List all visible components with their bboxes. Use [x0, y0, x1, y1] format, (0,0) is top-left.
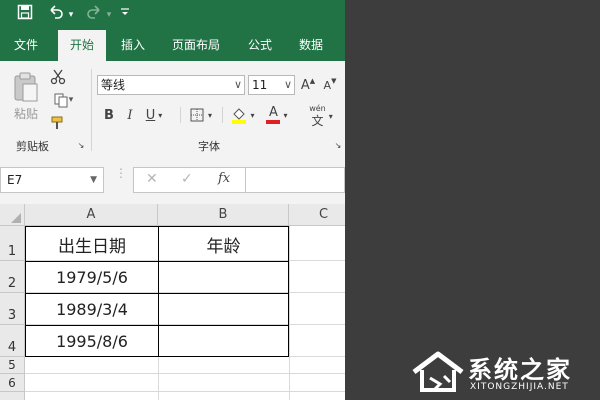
fill-color-icon: [232, 108, 247, 124]
format-painter-icon[interactable]: [48, 113, 68, 133]
font-color-icon: A: [269, 105, 278, 120]
cell-b2[interactable]: [159, 262, 288, 293]
underline-button[interactable]: U ▾: [142, 105, 166, 125]
ribbon-tabs: 文件 开始 插入 页面布局 公式 数据: [0, 30, 345, 61]
ribbon-separator: [180, 107, 181, 123]
formula-input[interactable]: [246, 167, 345, 193]
row-header-1[interactable]: 1: [0, 226, 25, 261]
desktop-background: [345, 0, 600, 400]
row-header-5[interactable]: 5: [0, 357, 25, 374]
font-color-button[interactable]: A ▾: [262, 103, 292, 127]
column-header-b[interactable]: B: [158, 204, 289, 226]
enter-icon[interactable]: ✓: [181, 171, 193, 187]
cell-a2[interactable]: 1979/5/6: [26, 262, 158, 293]
gridline: [25, 373, 345, 374]
font-group-label: 字体: [198, 140, 220, 153]
column-header-c[interactable]: C: [289, 204, 345, 226]
select-all-icon: [11, 212, 21, 223]
formula-bar: E7 ▼ ⋮ ✕ ✓ fx: [0, 158, 345, 204]
paste-button[interactable]: 粘贴: [8, 67, 44, 125]
font-launcher-icon[interactable]: ↘: [333, 140, 343, 150]
font-size-combo[interactable]: 11 ∨: [248, 75, 295, 95]
cell-a3[interactable]: 1989/3/4: [26, 294, 158, 325]
underline-icon: U: [145, 107, 156, 123]
house-logo-icon: [412, 351, 464, 392]
undo-dropdown-icon[interactable]: ▾: [66, 4, 76, 26]
column-header-a[interactable]: A: [25, 204, 158, 226]
ribbon-separator: [222, 107, 223, 123]
quick-access-toolbar: ▾ ▾: [0, 0, 345, 30]
formula-buttons: ✕ ✓ fx: [133, 167, 246, 193]
cell-b3[interactable]: [159, 294, 288, 325]
tab-home[interactable]: 开始: [58, 30, 106, 61]
undo-icon[interactable]: [46, 4, 66, 26]
clipboard-launcher-icon[interactable]: ↘: [76, 140, 86, 150]
clipboard-group-label: 剪贴板: [16, 140, 49, 153]
cell-a4[interactable]: 1995/8/6: [26, 326, 158, 356]
row-header-6[interactable]: 6: [0, 374, 25, 392]
chevron-down-icon: ∨: [283, 78, 292, 91]
tab-insert[interactable]: 插入: [110, 30, 156, 61]
select-all-corner[interactable]: [0, 204, 25, 226]
cell-b1-header[interactable]: 年龄: [159, 227, 288, 261]
data-table: 出生日期 年龄 1979/5/6 1989/3/4 1995/8/6: [25, 226, 289, 357]
font-size-value: 11: [252, 78, 268, 92]
chevron-down-icon: ▼: [90, 175, 97, 185]
redo-icon[interactable]: [84, 4, 104, 26]
worksheet-grid: A B C 1 2 3 4 5 6 出生日期 年龄 1979/5/6 1989/…: [0, 204, 345, 400]
customize-quick-access-icon[interactable]: [118, 4, 132, 26]
phonetic-char: 文: [311, 114, 324, 128]
watermark-url: XITONGZHIJIA.NET: [470, 382, 569, 392]
cell-b4[interactable]: [159, 326, 288, 356]
tab-page-layout[interactable]: 页面布局: [162, 30, 230, 61]
cancel-icon[interactable]: ✕: [146, 171, 158, 187]
row-header-3[interactable]: 3: [0, 293, 25, 325]
save-icon[interactable]: [14, 4, 36, 26]
italic-button[interactable]: I: [121, 105, 139, 125]
row-header-7[interactable]: [0, 392, 25, 400]
phonetic-icon: wén: [309, 104, 326, 113]
row-header-2[interactable]: 2: [0, 261, 25, 293]
ribbon-home: 粘贴 ▾ 剪贴板 ↘ 等线 ∨ 11 ∨ A ▲ A ▼ B I U ▾ ▾ ▾…: [0, 61, 345, 159]
tab-file[interactable]: 文件: [0, 30, 52, 61]
ribbon-separator: [91, 69, 92, 151]
copy-icon[interactable]: ▾: [48, 90, 78, 110]
watermark-title: 系统之家: [468, 356, 572, 384]
watermark: 系统之家 XITONGZHIJIA.NET: [410, 346, 588, 396]
borders-icon: [190, 108, 204, 122]
cell-a1-header[interactable]: 出生日期: [26, 227, 158, 261]
name-box-value: E7: [7, 173, 23, 187]
redo-dropdown-icon[interactable]: ▾: [104, 4, 114, 26]
grow-font-button[interactable]: A ▲: [298, 75, 318, 95]
paste-label: 粘贴: [13, 106, 38, 121]
paste-icon: [14, 72, 38, 101]
insert-function-icon[interactable]: fx: [218, 171, 230, 186]
tab-data[interactable]: 数据: [288, 30, 334, 61]
phonetic-guide-button[interactable]: wén 文 ▾: [306, 103, 336, 129]
formula-bar-grip-icon: ⋮: [115, 166, 127, 180]
shrink-font-icon: A: [323, 78, 332, 92]
shrink-font-button[interactable]: A ▼: [320, 75, 340, 95]
fill-color-button[interactable]: ▾: [228, 103, 258, 127]
borders-button[interactable]: ▾: [186, 105, 216, 125]
gridline: [25, 391, 345, 392]
font-name-value: 等线: [101, 78, 126, 92]
font-name-combo[interactable]: 等线 ∨: [97, 75, 245, 95]
row-header-4[interactable]: 4: [0, 325, 25, 357]
grow-font-icon: A: [300, 77, 310, 93]
bold-button[interactable]: B: [100, 105, 118, 125]
cut-icon[interactable]: [48, 67, 68, 87]
excel-window: ▾ ▾ 文件 开始 插入 页面布局 公式 数据 粘贴 ▾ 剪贴板 ↘ 等线 ∨ …: [0, 0, 345, 400]
tab-formulas[interactable]: 公式: [236, 30, 284, 61]
name-box[interactable]: E7 ▼: [0, 167, 104, 193]
chevron-down-icon: ∨: [233, 78, 242, 91]
